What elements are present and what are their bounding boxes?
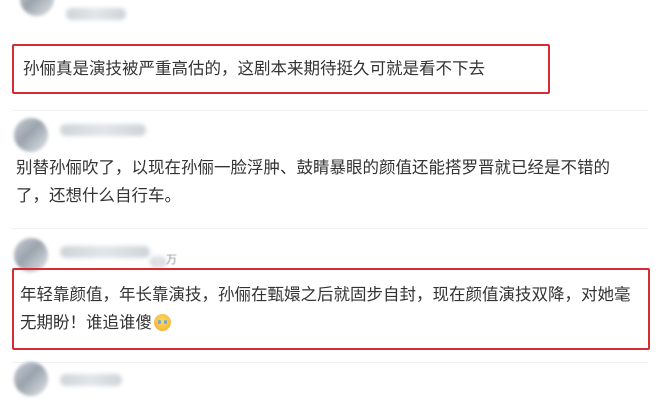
commenter-name — [60, 124, 146, 136]
avatar — [14, 118, 48, 152]
commenter-name — [60, 374, 122, 386]
avatar — [20, 0, 54, 16]
avatar — [14, 238, 48, 272]
comment-meta: 万 — [166, 253, 177, 266]
commenter-name — [66, 8, 126, 20]
comment-meta — [150, 256, 166, 268]
comment-text: 年轻靠颜值，年长靠演技，孙俪在甄嬛之后就固步自封，现在颜值演技双降，对她毫无期盼… — [20, 281, 642, 337]
divider — [12, 228, 648, 229]
comment-text: 孙俪真是演技被严重高估的，这剧本来期待挺久可就是看不下去 — [23, 59, 485, 78]
comment-body: 年轻靠颜值，年长靠演技，孙俪在甄嬛之后就固步自封，现在颜值演技双降，对她毫无期盼… — [20, 285, 631, 332]
divider — [12, 110, 648, 111]
commenter-name — [60, 246, 150, 258]
comment-text: 别替孙俪吹了，以现在孙俪一脸浮肿、鼓睛暴眼的颜值还能搭罗晋就已经是不错的了，还想… — [16, 158, 610, 205]
divider — [12, 362, 648, 363]
avatar — [14, 362, 48, 396]
crying-laughing-emoji-icon — [154, 314, 171, 331]
